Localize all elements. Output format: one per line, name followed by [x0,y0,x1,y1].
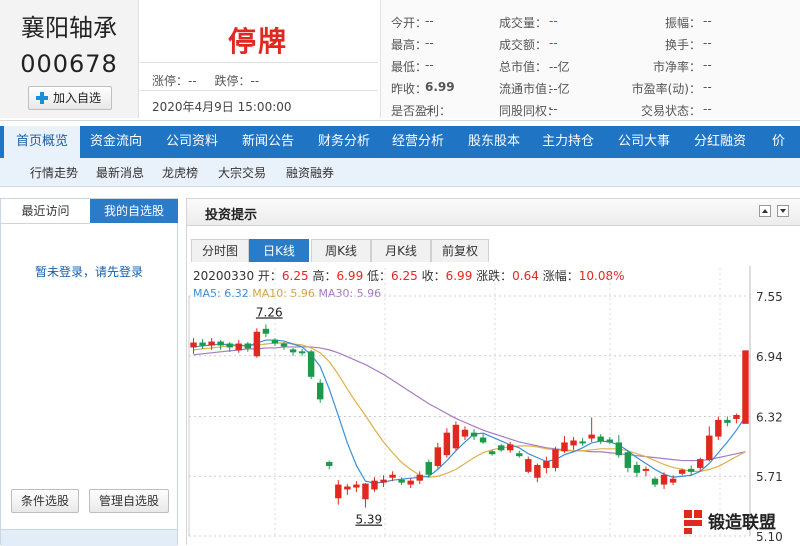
candle-body [362,483,369,500]
candle-body [335,484,342,499]
candle-body [253,331,261,357]
forge-logo-icon: 锻造联盟 [684,510,776,534]
candle-body [289,349,297,353]
candle-body [470,432,478,437]
candle-body [452,424,460,449]
candle-body [706,435,713,461]
price-annotation: 7.26 [256,305,283,319]
candle-body [380,479,387,483]
candle-body [425,462,432,475]
candle-body [597,436,604,442]
candle-body [660,474,668,485]
candle-body [488,451,496,455]
watermark-text: 锻造联盟 [708,512,776,533]
candle-body [262,328,270,334]
kline-chart: 7.556.946.325.715.107.265.39 [188,266,783,544]
candle-body [651,478,659,485]
candle-body [561,442,568,452]
candle-body [642,468,650,471]
candle-body [678,469,686,474]
candle-body [398,479,405,483]
y-tick-label: 7.55 [756,290,783,304]
candle-body [344,486,351,490]
candle-body [525,459,532,472]
candle-body [443,432,451,456]
candle-body [326,462,333,466]
candle-body [669,478,677,483]
candle-body [353,484,360,488]
candle-body [516,453,523,457]
candle-body [208,341,215,346]
price-annotation: 5.39 [355,513,382,527]
candle-body [497,445,505,451]
candle-body [371,480,378,490]
candle-body [389,474,396,478]
candle-body [235,343,242,351]
y-tick-label: 6.32 [756,410,783,424]
candle-body [570,440,577,446]
candle-body [715,419,722,437]
ma10-line [193,342,746,478]
candle-body [316,382,324,400]
ma5-line [193,339,746,484]
candle-body [606,439,613,443]
candle-body [552,449,559,468]
candle-body [534,464,541,478]
candle-body [687,468,695,472]
candle-body [217,341,224,346]
y-tick-label: 6.94 [756,350,783,364]
candle-body [697,459,704,468]
candle-body [271,339,279,344]
candle-body [624,452,632,468]
candle-body [633,464,641,473]
candle-body [190,342,197,348]
candle-body [479,437,487,443]
y-tick-label: 5.71 [756,470,783,484]
candle-body [461,429,469,437]
candle-body [543,461,550,468]
candle-body [579,441,586,444]
candle-body [244,343,252,349]
candle-body [588,434,595,439]
ma30-line [193,346,746,462]
candle-body [407,480,414,485]
candle-body [742,350,749,424]
candle-body [280,343,288,347]
candle-body [307,351,315,377]
candle-body [226,343,233,348]
candle-body [434,447,442,466]
candle-body [724,419,731,423]
candle-body [507,444,514,451]
candle-body [298,351,306,354]
watermark-logo: 锻造联盟 [682,506,798,539]
candle-body [416,474,423,481]
candle-body [615,442,623,456]
candle-body [733,415,740,419]
candle-body [199,342,206,346]
